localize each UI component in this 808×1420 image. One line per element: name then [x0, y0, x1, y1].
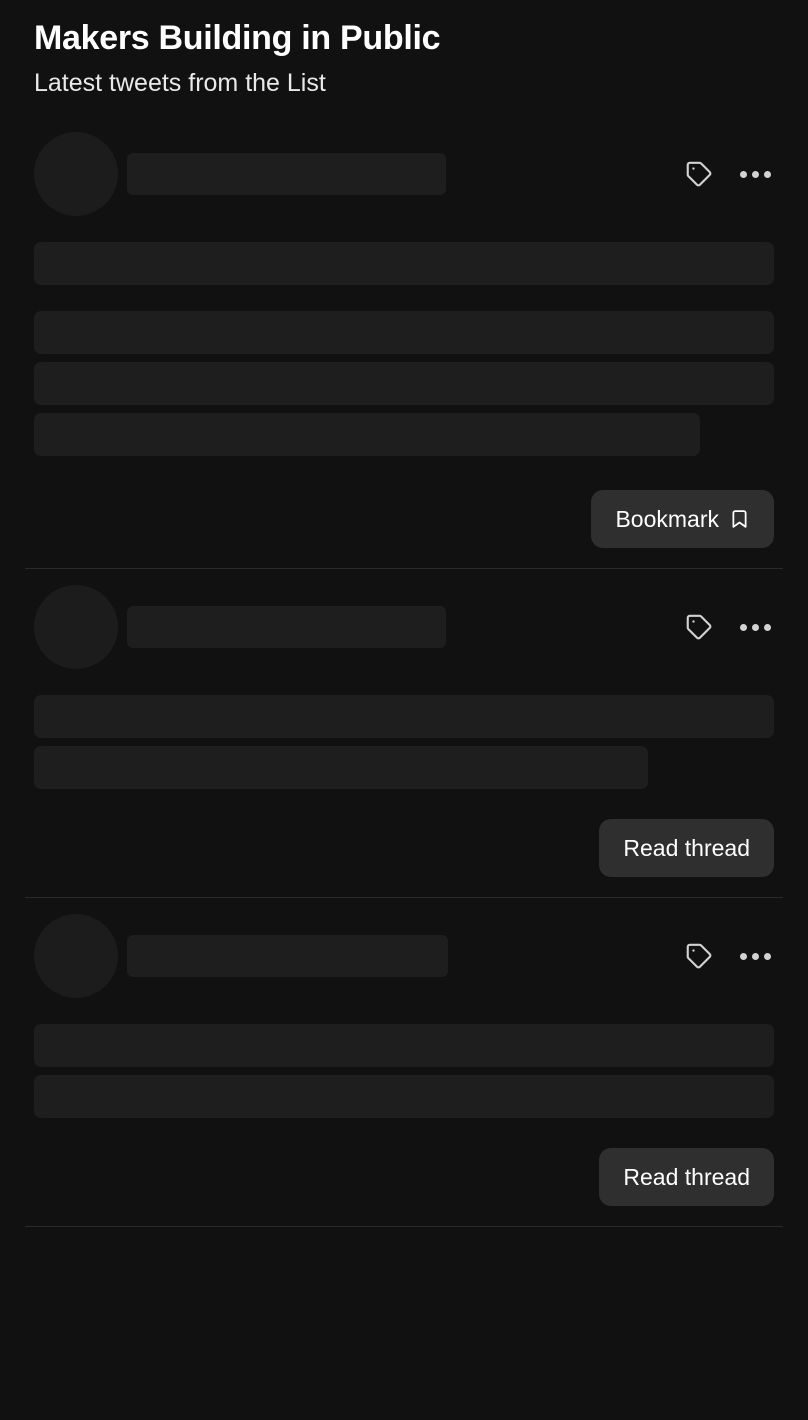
tag-icon[interactable] [682, 157, 716, 191]
text-line-skeleton [34, 362, 774, 405]
tweet-card-body [34, 998, 774, 1118]
read-thread-button[interactable]: Read thread [599, 1148, 774, 1206]
action-button-label: Bookmark [615, 505, 719, 532]
tweet-card: Read thread [0, 585, 808, 897]
author-name-skeleton [127, 935, 448, 977]
bookmark-icon [729, 507, 750, 531]
tweet-card-actions [682, 939, 774, 973]
tweet-card-header [34, 132, 774, 216]
tweet-card: Read thread [0, 914, 808, 1226]
action-button-label: Read thread [623, 1163, 750, 1190]
card-divider [25, 897, 783, 898]
author-name-skeleton [127, 153, 446, 195]
tweet-card-header [34, 585, 774, 669]
tweet-card-footer: Read thread [34, 819, 774, 877]
avatar [34, 585, 118, 669]
text-line-skeleton [34, 746, 648, 789]
action-button-label: Read thread [623, 834, 750, 861]
avatar [34, 132, 118, 216]
tweet-card-header [34, 914, 774, 998]
tweet-list-widget: Makers Building in Public Latest tweets … [0, 0, 808, 1420]
tweet-card-footer: Read thread [34, 1148, 774, 1206]
read-thread-button[interactable]: Read thread [599, 819, 774, 877]
widget-header: Makers Building in Public Latest tweets … [0, 0, 808, 100]
tweet-feed: Bookmark Read thread Read thread [0, 132, 808, 1227]
more-options-icon[interactable] [738, 610, 772, 644]
text-line-skeleton [34, 1075, 774, 1118]
tweet-card-body [34, 669, 774, 789]
text-line-skeleton [34, 1024, 774, 1067]
text-line-skeleton [34, 311, 774, 354]
card-divider [25, 1226, 783, 1227]
bookmark-button[interactable]: Bookmark [591, 490, 774, 548]
tweet-card-actions [682, 610, 774, 644]
tag-icon[interactable] [682, 939, 716, 973]
text-line-skeleton [34, 413, 700, 456]
card-divider [25, 568, 783, 569]
text-line-skeleton [34, 695, 774, 738]
tweet-card-body [34, 216, 774, 456]
tweet-card-footer: Bookmark [34, 490, 774, 548]
more-options-icon[interactable] [738, 157, 772, 191]
tweet-card: Bookmark [0, 132, 808, 568]
tag-icon[interactable] [682, 610, 716, 644]
tweet-card-actions [682, 157, 774, 191]
page-title: Makers Building in Public [34, 19, 441, 57]
more-options-icon[interactable] [738, 939, 772, 973]
page-subtitle: Latest tweets from the List [34, 69, 326, 97]
author-name-skeleton [127, 606, 446, 648]
avatar [34, 914, 118, 998]
text-line-skeleton [34, 242, 774, 285]
